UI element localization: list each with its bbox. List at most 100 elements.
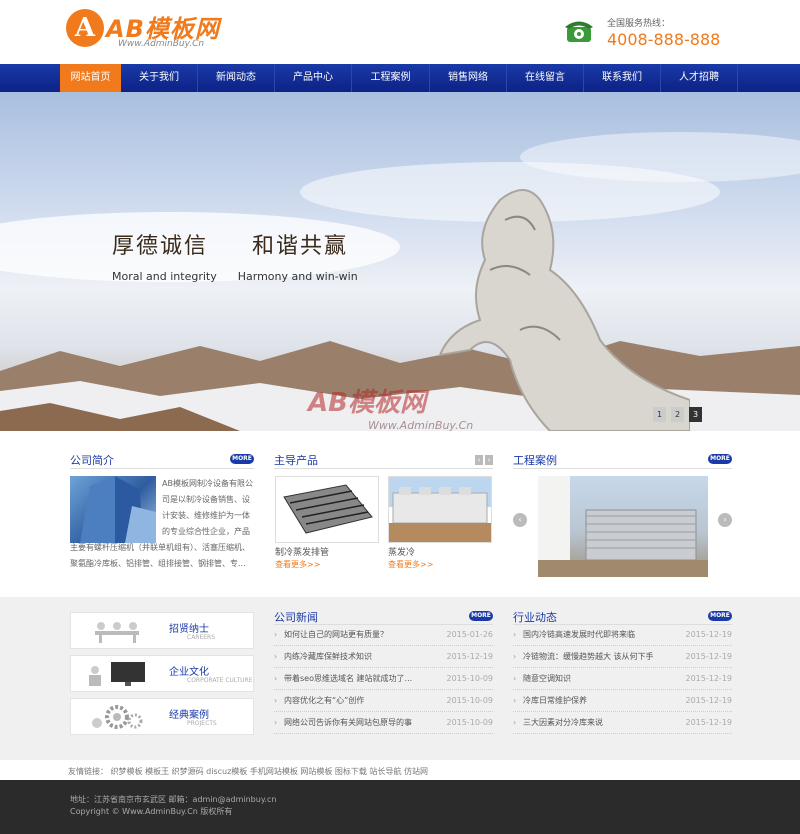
- nav-item-about[interactable]: 关于我们: [121, 64, 198, 92]
- slide-dot-2[interactable]: 2: [671, 407, 684, 422]
- news-title[interactable]: 三大因素对分冷库来说: [523, 712, 603, 734]
- site-header: A AB模板网 Www.AdminBuy.Cn 全国服务热线： 4008-888…: [0, 0, 800, 64]
- case-image[interactable]: [538, 476, 708, 577]
- arrow-icon: ›: [513, 718, 517, 727]
- side-card-careers-title: 招贤纳士: [169, 624, 209, 635]
- side-card-culture[interactable]: 企业文化 CORPORATE CULTURE: [70, 655, 254, 692]
- news-date: 2015-12-19: [685, 696, 733, 705]
- news-date: 2015-10-09: [446, 718, 494, 727]
- arrow-icon: ›: [513, 630, 517, 639]
- hero-banner: 厚德诚信 和谐共赢 Moral and integrity Harmony an…: [0, 92, 800, 431]
- products-prev-icon[interactable]: ‹: [475, 455, 483, 465]
- intro-title: 公司简介: [70, 454, 114, 467]
- slogan-en-1: Moral and integrity: [112, 270, 217, 283]
- arrow-icon: ›: [274, 696, 278, 705]
- nav-item-cases[interactable]: 工程案例: [352, 64, 430, 92]
- product-name-2[interactable]: 蒸发冷: [388, 545, 415, 558]
- case-next-icon[interactable]: ›: [718, 513, 732, 527]
- site-logo[interactable]: A AB模板网 Www.AdminBuy.Cn: [66, 9, 236, 54]
- intro-text: AB模板网制冷设备有限公司是以制冷设备销售、设计安装、维修维护为一体的专业综合性…: [70, 476, 254, 572]
- side-card-careers-subtitle: CAREERS: [187, 634, 216, 641]
- list-item[interactable]: › 网络公司告诉你有关网站包原导的事 2015-10-09: [274, 712, 493, 734]
- case-building-image: [538, 476, 708, 577]
- gears-icon: [92, 705, 143, 729]
- news-title[interactable]: 随意空调知识: [523, 668, 571, 690]
- cases-more-button[interactable]: MORE: [708, 454, 732, 464]
- company-news-title: 公司新闻: [274, 611, 318, 624]
- slogan-cn-2: 和谐共赢: [252, 234, 349, 259]
- logo-mark: A: [66, 9, 104, 47]
- slogan-cn: 厚德诚信 和谐共赢: [112, 228, 358, 260]
- intro-more-button[interactable]: MORE: [230, 454, 254, 464]
- slide-dot-1[interactable]: 1: [653, 407, 666, 422]
- product-card-1[interactable]: [275, 476, 379, 543]
- list-item[interactable]: › 随意空调知识 2015-12-19: [513, 668, 732, 690]
- product-more-2[interactable]: 查看更多>>: [388, 559, 433, 570]
- list-item[interactable]: › 国内冷链高速发展时代即将来临 2015-12-19: [513, 624, 732, 646]
- news-title[interactable]: 带着seo思维选域名 建站就成功了...: [284, 668, 412, 690]
- nav-item-contact[interactable]: 联系我们: [584, 64, 661, 92]
- nav-item-jobs[interactable]: 人才招聘: [661, 64, 738, 92]
- news-title[interactable]: 国内冷链高速发展时代即将来临: [523, 624, 635, 646]
- nav-item-news[interactable]: 新闻动态: [198, 64, 275, 92]
- list-item[interactable]: › 带着seo思维选域名 建站就成功了... 2015-10-09: [274, 668, 493, 690]
- slogan-cn-1: 厚德诚信: [112, 234, 209, 259]
- divider: [70, 468, 254, 469]
- divider: [513, 468, 732, 469]
- news-date: 2015-10-09: [446, 674, 494, 683]
- product-image-pipes: [283, 484, 373, 534]
- arrow-icon: ›: [274, 674, 278, 683]
- cases-title: 工程案例: [513, 454, 557, 467]
- news-title[interactable]: 网络公司告诉你有关网站包原导的事: [284, 712, 412, 734]
- side-card-culture-subtitle: CORPORATE CULTURE: [187, 677, 253, 684]
- list-item[interactable]: › 三大因素对分冷库来说 2015-12-19: [513, 712, 732, 734]
- site-footer: 地址：江苏省南京市玄武区 邮箱：admin@adminbuy.cn Copyri…: [0, 780, 800, 834]
- side-card-projects[interactable]: 经典案例 PROJECTS: [70, 698, 254, 735]
- side-card-projects-title: 经典案例: [169, 710, 209, 721]
- friend-links[interactable]: 友情链接： 织梦模板 模板王 织梦源码 discuz模板 手机网站模板 网站模板…: [68, 766, 428, 777]
- arrow-icon: ›: [274, 630, 278, 639]
- watermark-text: AB模板网: [308, 388, 426, 418]
- product-more-1[interactable]: 查看更多>>: [275, 559, 320, 570]
- side-card-projects-subtitle: PROJECTS: [187, 720, 217, 727]
- arrow-icon: ›: [513, 652, 517, 661]
- list-item[interactable]: › 内容优化之有“心”创作 2015-10-09: [274, 690, 493, 712]
- phone-icon: [565, 21, 593, 42]
- list-item[interactable]: › 内练冷藏库保鲜技术知识 2015-12-19: [274, 646, 493, 668]
- news-title[interactable]: 内容优化之有“心”创作: [284, 690, 364, 712]
- nav-item-message[interactable]: 在线留言: [507, 64, 584, 92]
- nav-item-home[interactable]: 网站首页: [60, 64, 121, 92]
- nav-item-products[interactable]: 产品中心: [275, 64, 352, 92]
- slide-dot-3[interactable]: 3: [689, 407, 702, 422]
- hotline-number: 4008-888-888: [607, 30, 721, 49]
- news-title[interactable]: 内练冷藏库保鲜技术知识: [284, 646, 372, 668]
- case-prev-icon[interactable]: ‹: [513, 513, 527, 527]
- industry-news-title: 行业动态: [513, 611, 557, 624]
- arrow-icon: ›: [274, 718, 278, 727]
- arrow-icon: ›: [274, 652, 278, 661]
- news-date: 2015-12-19: [685, 630, 733, 639]
- news-title[interactable]: 冷链物流：缓慢趋势越大 该从何下手: [523, 646, 654, 668]
- watermark-url: Www.AdminBuy.Cn: [368, 419, 474, 431]
- main-nav: 网站首页 关于我们 新闻动态 产品中心 工程案例 销售网络 在线留言 联系我们 …: [0, 64, 800, 92]
- list-item[interactable]: › 如何让自己的网站更有质量？ 2015-01-26: [274, 624, 493, 646]
- news-title[interactable]: 如何让自己的网站更有质量？: [284, 624, 388, 646]
- product-name-1[interactable]: 制冷蒸发排管: [275, 545, 329, 558]
- side-card-careers[interactable]: 招贤纳士 CAREERS: [70, 612, 254, 649]
- news-date: 2015-10-09: [446, 696, 494, 705]
- slogan-en: Moral and integrity Harmony and win-win: [112, 270, 358, 283]
- industry-news-more-button[interactable]: MORE: [708, 611, 732, 621]
- news-date: 2015-12-19: [446, 652, 494, 661]
- list-item[interactable]: › 冷链物流：缓慢趋势越大 该从何下手 2015-12-19: [513, 646, 732, 668]
- products-next-icon[interactable]: ›: [485, 455, 493, 465]
- slogan-en-2: Harmony and win-win: [237, 270, 358, 283]
- product-card-2[interactable]: [388, 476, 492, 543]
- news-title[interactable]: 冷库日常维护保养: [523, 690, 587, 712]
- hotline-label: 全国服务热线：: [607, 19, 671, 29]
- careers-icon: [95, 622, 139, 643]
- news-date: 2015-01-26: [446, 630, 494, 639]
- products-title: 主导产品: [274, 454, 318, 467]
- company-news-more-button[interactable]: MORE: [469, 611, 493, 621]
- list-item[interactable]: › 冷库日常维护保养 2015-12-19: [513, 690, 732, 712]
- nav-item-sales[interactable]: 销售网络: [430, 64, 507, 92]
